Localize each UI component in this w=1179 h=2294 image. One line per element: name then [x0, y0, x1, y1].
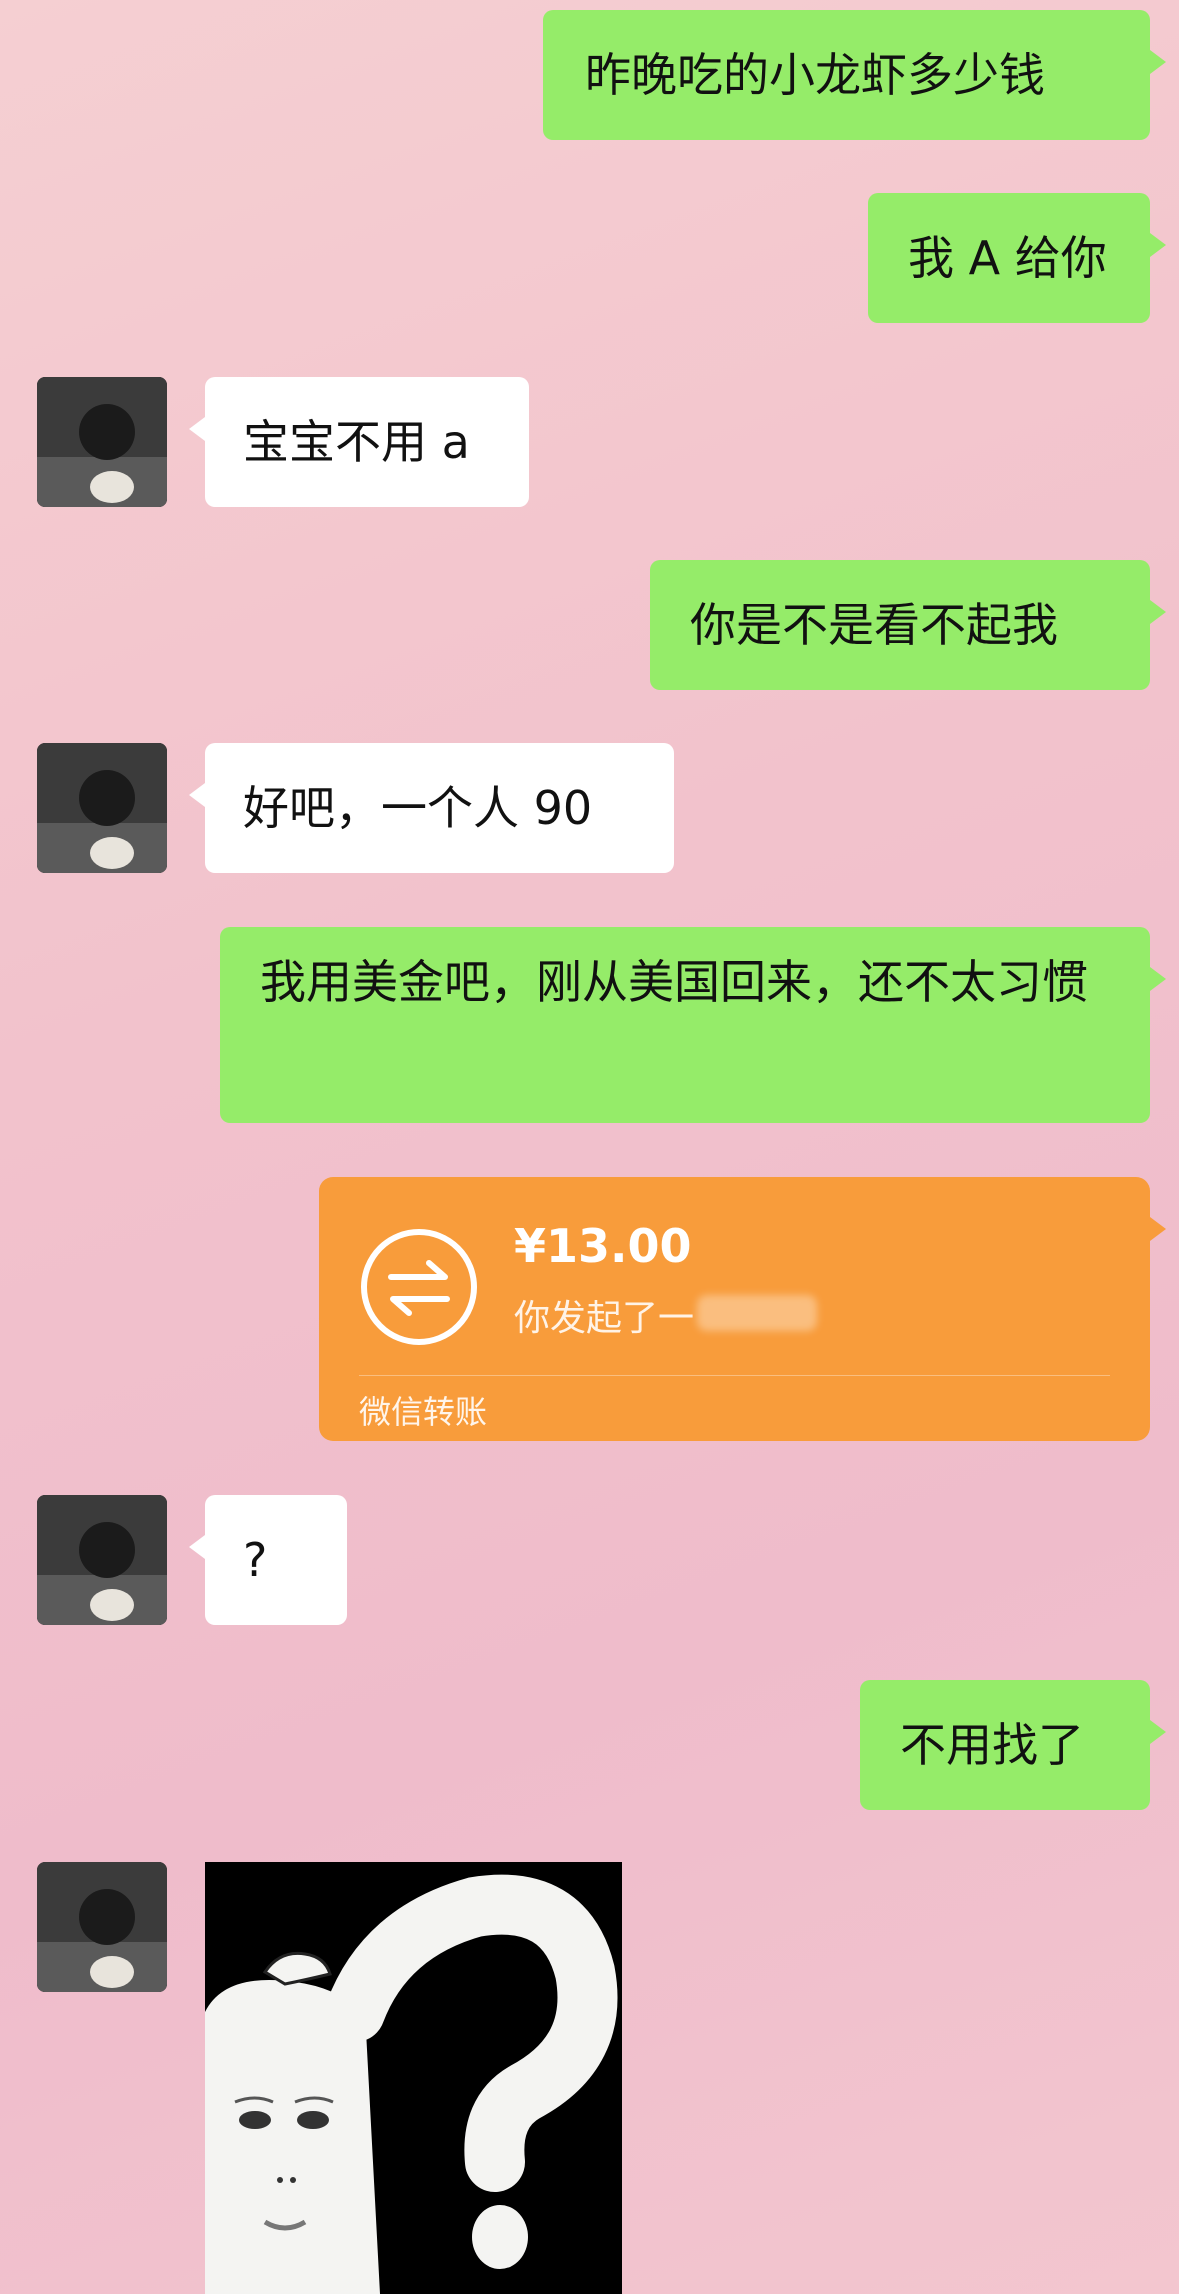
message-text: 不用找了 — [900, 1718, 1084, 1772]
message-text: 宝宝不用 a — [243, 415, 470, 469]
message-text: 好吧，一个人 90 — [243, 781, 593, 835]
transfer-arrows-icon — [361, 1229, 477, 1345]
confused-question-icon — [205, 1862, 622, 2294]
message-bubble-sent[interactable]: 我 A 给你 — [868, 193, 1166, 323]
sticker-image[interactable] — [205, 1862, 622, 2294]
message-text: 我 A 给你 — [908, 231, 1107, 285]
message-bubble-received[interactable]: ? — [189, 1495, 347, 1625]
message-bubble-received[interactable]: 宝宝不用 a — [189, 377, 529, 507]
message-text: 昨晚吃的小龙虾多少钱 — [585, 48, 1045, 102]
contact-avatar[interactable] — [37, 1862, 167, 1992]
message-text: 我用美金吧，刚从美国回来，还不太习惯 — [260, 955, 1088, 1009]
blurred-text — [697, 1295, 817, 1331]
message-text: ? — [243, 1533, 268, 1587]
contact-avatar[interactable] — [37, 377, 167, 507]
contact-avatar[interactable] — [37, 743, 167, 873]
divider — [359, 1375, 1110, 1376]
transfer-description: 你发起了一 — [514, 1298, 695, 1339]
transfer-footer-label: 微信转账 — [359, 1393, 488, 1431]
wechat-transfer-card[interactable]: ¥13.00 你发起了一 微信转账 — [319, 1177, 1166, 1441]
message-bubble-received[interactable]: 好吧，一个人 90 — [189, 743, 674, 873]
transfer-amount: ¥13.00 — [514, 1219, 692, 1273]
message-bubble-sent[interactable]: 我用美金吧，刚从美国回来，还不太习惯 — [220, 927, 1166, 1123]
message-bubble-sent[interactable]: 你是不是看不起我 — [650, 560, 1166, 690]
contact-avatar[interactable] — [37, 1495, 167, 1625]
message-bubble-sent[interactable]: 不用找了 — [860, 1680, 1166, 1810]
message-text: 你是不是看不起我 — [690, 598, 1058, 652]
message-bubble-sent[interactable]: 昨晚吃的小龙虾多少钱 — [543, 10, 1166, 140]
